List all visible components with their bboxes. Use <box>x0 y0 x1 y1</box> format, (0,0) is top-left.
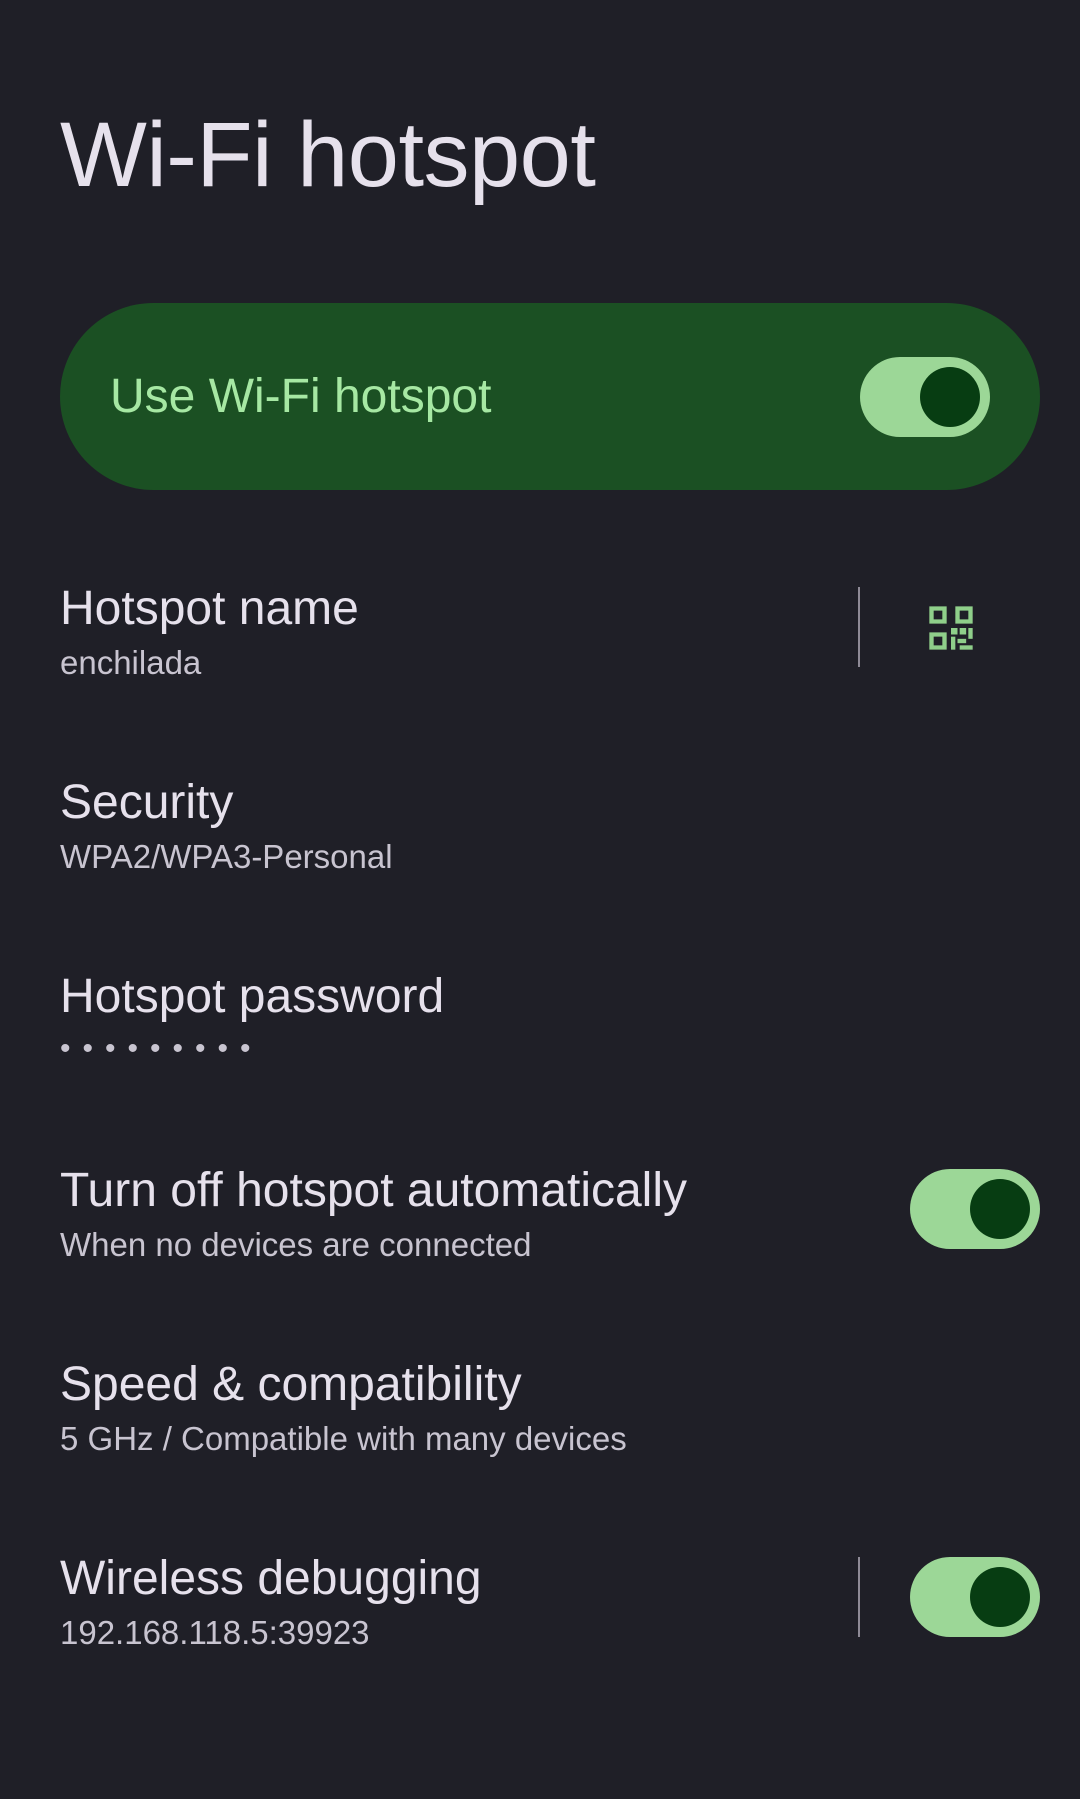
wireless-debugging-row[interactable]: Wireless debugging 192.168.118.5:39923 <box>0 1549 1080 1743</box>
security-title: Security <box>60 776 234 829</box>
auto-off-row[interactable]: Turn off hotspot automatically When no d… <box>0 1161 1080 1355</box>
hotspot-settings-page: Wi-Fi hotspot Use Wi-Fi hotspot Hotspot … <box>0 0 1080 1799</box>
password-value: ••••••••• <box>60 1032 263 1065</box>
hotspot-name-title: Hotspot name <box>60 582 359 635</box>
speed-title: Speed & compatibility <box>60 1358 522 1411</box>
security-row[interactable]: Security WPA2/WPA3-Personal <box>0 773 1080 967</box>
wireless-debugging-toggle[interactable] <box>910 1557 1040 1637</box>
use-hotspot-switch-bar[interactable]: Use Wi-Fi hotspot <box>60 303 1040 490</box>
hotspot-name-value: enchilada <box>60 644 202 681</box>
auto-off-title: Turn off hotspot automatically <box>60 1164 687 1217</box>
toggle-thumb <box>970 1179 1030 1239</box>
auto-off-summary: When no devices are connected <box>60 1226 532 1263</box>
toggle-thumb <box>920 367 980 427</box>
security-value: WPA2/WPA3-Personal <box>60 838 393 875</box>
wireless-debugging-address: 192.168.118.5:39923 <box>60 1614 370 1651</box>
qr-code-icon[interactable] <box>925 602 977 654</box>
toggle-thumb <box>970 1567 1030 1627</box>
use-hotspot-label: Use Wi-Fi hotspot <box>110 370 492 423</box>
vertical-divider <box>858 1557 860 1637</box>
speed-row[interactable]: Speed & compatibility 5 GHz / Compatible… <box>0 1355 1080 1549</box>
password-row[interactable]: Hotspot password ••••••••• <box>0 967 1080 1161</box>
auto-off-toggle[interactable] <box>910 1169 1040 1249</box>
page-title: Wi-Fi hotspot <box>60 104 596 206</box>
use-hotspot-toggle[interactable] <box>860 357 990 437</box>
wireless-debugging-title: Wireless debugging <box>60 1552 482 1605</box>
vertical-divider <box>858 587 860 667</box>
password-title: Hotspot password <box>60 970 445 1023</box>
speed-summary: 5 GHz / Compatible with many devices <box>60 1420 627 1457</box>
hotspot-name-row[interactable]: Hotspot name enchilada <box>0 579 1080 773</box>
